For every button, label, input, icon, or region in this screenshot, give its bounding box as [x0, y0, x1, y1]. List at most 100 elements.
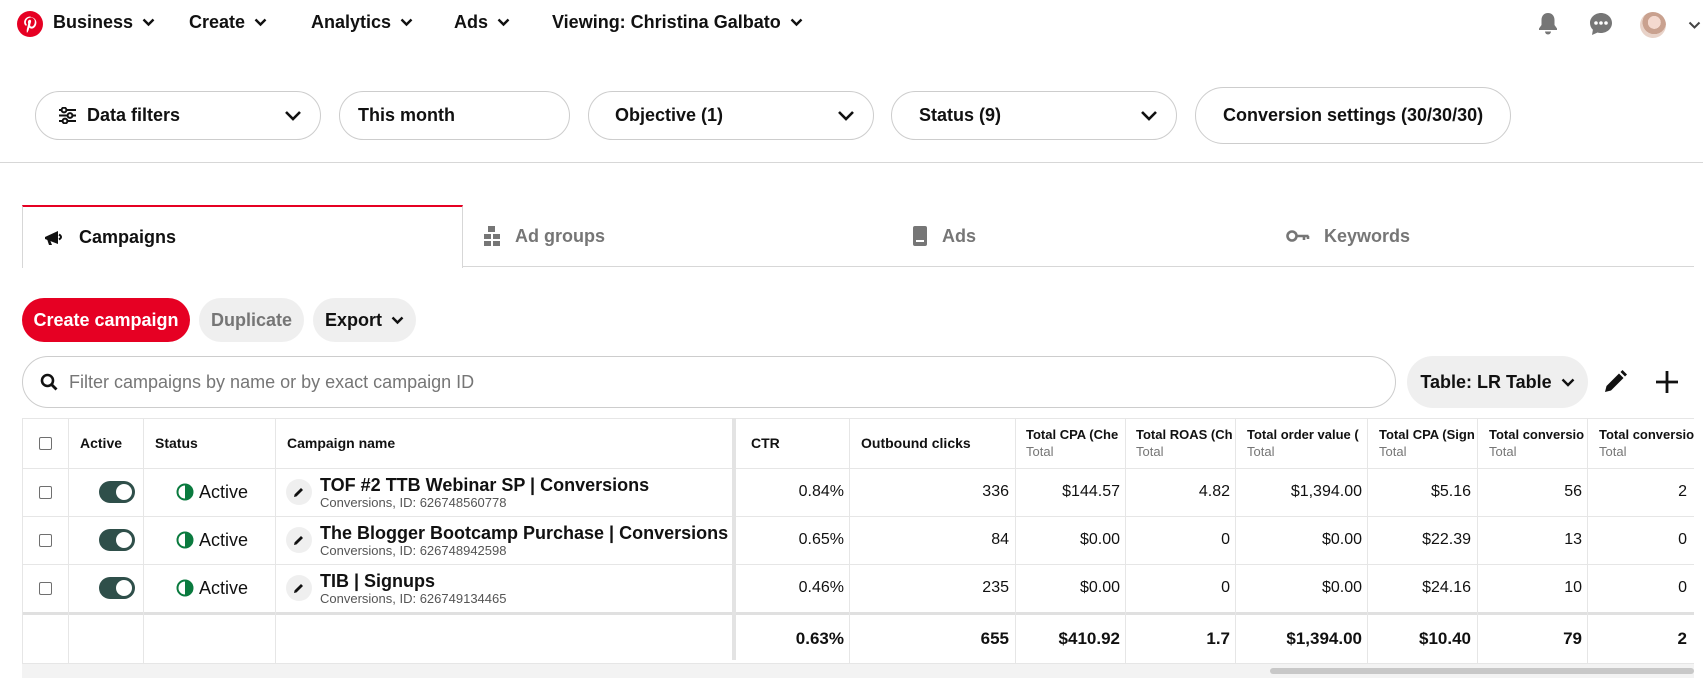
header-ctr[interactable]: CTR: [751, 418, 841, 468]
campaign-meta: Conversions, ID: 626749134465: [320, 590, 507, 606]
tab-ads[interactable]: Ads: [912, 205, 1242, 267]
edit-campaign-button[interactable]: [286, 575, 312, 601]
nav-ads[interactable]: Ads: [454, 12, 510, 33]
header-campaign-name[interactable]: Campaign name: [287, 418, 487, 468]
row-checkbox[interactable]: [38, 485, 52, 499]
header-total-conversions-2[interactable]: Total conversio Total: [1599, 418, 1694, 468]
nav-viewing-account[interactable]: Viewing: Christina Galbato: [552, 12, 803, 33]
nav-business[interactable]: Business: [53, 12, 155, 33]
frozen-columns-divider[interactable]: [732, 418, 736, 660]
active-toggle[interactable]: [99, 481, 135, 503]
header-label: Total CPA (Sign: [1379, 427, 1475, 442]
chevron-down-icon: [142, 18, 155, 27]
total-conversions-1-cell: 56: [1564, 483, 1582, 500]
header-total-conversions-1[interactable]: Total conversio Total: [1489, 418, 1587, 468]
add-column-plus-icon[interactable]: [1652, 367, 1682, 397]
row-checkbox-cell: [22, 564, 68, 612]
header-total-roas[interactable]: Total ROAS (Ch Total: [1136, 418, 1236, 468]
campaign-name-link[interactable]: TIB | Signups: [320, 571, 506, 591]
total-order-value: $1,394.00: [1286, 629, 1362, 648]
export-button[interactable]: Export: [313, 298, 416, 342]
total-cpa-checkout-cell: $0.00: [1079, 579, 1120, 596]
chevron-down-icon: [1141, 111, 1157, 121]
campaign-name-link[interactable]: TOF #2 TTB Webinar SP | Conversions: [320, 475, 649, 495]
active-toggle[interactable]: [99, 529, 135, 551]
header-status[interactable]: Status: [155, 418, 275, 468]
export-label: Export: [324, 309, 382, 330]
edit-columns-pencil-icon[interactable]: [1600, 367, 1630, 397]
active-toggle-cell: [68, 564, 166, 612]
pinterest-logo-icon[interactable]: [17, 11, 43, 37]
select-all-checkbox[interactable]: [38, 436, 52, 450]
ctr-cell: 0.65%: [798, 531, 844, 548]
date-range-selector[interactable]: This month: [339, 91, 570, 140]
ad-groups-icon: [484, 226, 500, 246]
campaign-meta: Conversions, ID: 626748942598: [320, 542, 507, 558]
tab-ad-groups[interactable]: Ad groups: [483, 205, 863, 267]
total-conversions-2-cell: 2: [1678, 483, 1687, 500]
edit-campaign-button[interactable]: [286, 479, 312, 505]
header-active[interactable]: Active: [80, 418, 150, 468]
tab-keywords-label: Keywords: [1324, 225, 1411, 246]
col-divider: [143, 418, 144, 663]
search-icon: [40, 373, 58, 391]
status-cell: Active: [154, 468, 274, 516]
header-label: Total order value (: [1247, 427, 1359, 442]
notifications-bell-icon[interactable]: [1534, 10, 1562, 38]
sliders-icon: [59, 107, 76, 124]
total-conversions-2-cell: 0: [1678, 531, 1687, 548]
nav-analytics[interactable]: Analytics: [311, 12, 413, 33]
conversion-settings-button[interactable]: Conversion settings (30/30/30): [1195, 87, 1511, 144]
status-filter-label: Status (9): [919, 105, 1002, 125]
table-preset-label: Table: LR Table: [1420, 371, 1552, 392]
total-conversions-1-cell: 13: [1564, 531, 1582, 548]
total-roas: 1.7: [1206, 629, 1230, 648]
account-menu-chevron-icon[interactable]: [1688, 21, 1701, 30]
ctr-cell: 0.46%: [798, 579, 844, 596]
table-preset-dropdown[interactable]: Table: LR Table: [1407, 356, 1588, 408]
col-divider: [1367, 418, 1368, 663]
row-checkbox-cell: [22, 468, 68, 516]
row-checkbox[interactable]: [38, 533, 52, 547]
active-toggle[interactable]: [99, 577, 135, 599]
total-cpa-signup-cell: $22.39: [1422, 531, 1471, 548]
data-filters-dropdown[interactable]: Data filters: [35, 91, 321, 140]
row-checkbox[interactable]: [38, 581, 52, 595]
tab-keywords[interactable]: Keywords: [1286, 205, 1666, 267]
header-total-cpa-checkout[interactable]: Total CPA (Che Total: [1026, 418, 1124, 468]
header-total-order-value[interactable]: Total order value ( Total: [1247, 418, 1367, 468]
chevron-down-icon: [790, 18, 803, 27]
total-conversions-1: 79: [1563, 629, 1582, 648]
create-campaign-label: Create campaign: [33, 309, 179, 330]
nav-viewing-label: Viewing: Christina Galbato: [552, 12, 781, 32]
header-total-cpa-signup[interactable]: Total CPA (Sign Total: [1379, 418, 1477, 468]
horizontal-scrollbar-thumb[interactable]: [1270, 668, 1694, 674]
col-divider: [22, 418, 23, 663]
header-outbound-clicks[interactable]: Outbound clicks: [861, 418, 1001, 468]
avatar[interactable]: [1640, 12, 1666, 38]
campaign-name-cell: TOF #2 TTB Webinar SP | Conversions Conv…: [286, 468, 746, 516]
messages-icon[interactable]: [1587, 10, 1615, 38]
nav-create[interactable]: Create: [189, 12, 267, 33]
filter-divider: [0, 162, 1703, 163]
outbound-clicks-cell: 336: [982, 483, 1009, 500]
tab-ads-label: Ads: [942, 225, 977, 246]
campaign-name-link[interactable]: The Blogger Bootcamp Purchase | Conversi…: [320, 523, 728, 543]
total-roas-cell: 4.82: [1198, 483, 1230, 500]
total-cpa-signup-cell: $24.16: [1422, 579, 1471, 596]
objective-dropdown[interactable]: Objective (1): [588, 91, 874, 140]
level-tabs: Campaigns Ad groups Ads Keywords: [22, 205, 1694, 268]
chevron-down-icon: [391, 316, 404, 324]
campaign-name-cell: TIB | Signups Conversions, ID: 626749134…: [286, 564, 746, 612]
edit-campaign-button[interactable]: [286, 527, 312, 553]
status-text: Active: [199, 577, 249, 598]
total-cpa-signup-cell: $5.16: [1430, 483, 1471, 500]
tab-campaigns[interactable]: Campaigns: [22, 205, 463, 268]
header-label: Total CPA (Che: [1026, 427, 1119, 442]
status-active-icon: [176, 483, 194, 501]
status-dropdown[interactable]: Status (9): [891, 91, 1177, 140]
create-campaign-button[interactable]: Create campaign: [22, 298, 190, 342]
pencil-icon: [294, 536, 303, 545]
duplicate-button[interactable]: Duplicate: [199, 298, 304, 342]
search-input[interactable]: [69, 371, 1395, 393]
